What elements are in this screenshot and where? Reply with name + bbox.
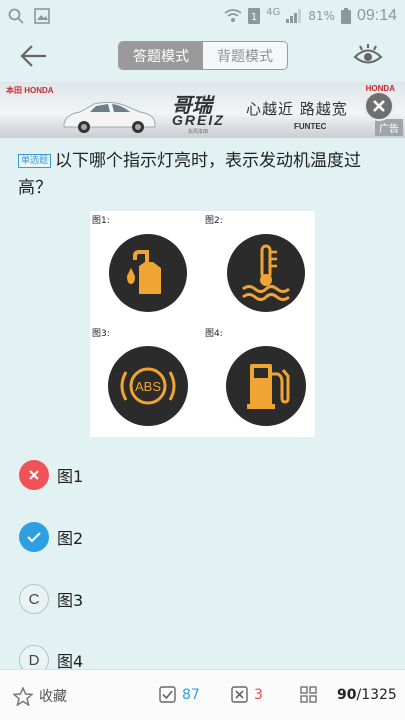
- clock: 09:14: [356, 7, 397, 24]
- ad-tag: 广告: [375, 119, 403, 136]
- option-letter: C: [19, 584, 49, 614]
- bottom-bar: 收藏 87 3 90/1325: [0, 669, 405, 720]
- question-type-badge: 单选题: [18, 154, 52, 168]
- figure-cell-2: 图2:: [203, 211, 315, 323]
- option-a[interactable]: 图1: [19, 458, 279, 492]
- ad-slogan: 心越近 路越宽: [246, 100, 348, 118]
- abs-text: ABS: [135, 379, 161, 394]
- coolant-temperature-icon: [227, 234, 305, 312]
- memorize-mode-tab[interactable]: 背题模式: [203, 42, 287, 69]
- wrong-count: 3: [254, 686, 263, 703]
- ad-model-sub: 东风本田: [188, 129, 209, 135]
- check-mark-icon: [19, 522, 49, 552]
- x-box-icon: [231, 686, 248, 703]
- abs-warning-icon: ABS: [108, 346, 188, 426]
- arrow-left-icon: [20, 45, 46, 67]
- signal-icon: [286, 9, 302, 23]
- toolbar: 答题模式 背题模式: [0, 32, 405, 80]
- option-text: 图1: [57, 467, 84, 486]
- figure-label: 图1:: [92, 216, 110, 226]
- option-text: 图3: [57, 591, 84, 610]
- search-icon: [8, 8, 24, 24]
- network-type: 4G: [266, 6, 281, 18]
- figure-label: 图3:: [92, 329, 110, 339]
- fuel-pump-icon: [226, 346, 306, 426]
- favorite-button[interactable]: 收藏: [13, 686, 67, 706]
- figure-label: 图4:: [205, 329, 223, 339]
- battery-percent: 81%: [308, 9, 335, 23]
- checkbox-icon: [159, 686, 176, 703]
- ad-sub-brand: FUNTEC: [294, 122, 327, 131]
- option-text: 图2: [57, 529, 84, 548]
- sim-icon: 1: [248, 8, 261, 24]
- figure-cell-1: 图1:: [90, 211, 202, 323]
- correct-count-button[interactable]: 87: [159, 686, 200, 703]
- grid-icon: [300, 686, 317, 703]
- svg-text:1: 1: [251, 12, 257, 23]
- close-icon: [373, 100, 385, 112]
- battery-icon: [340, 8, 351, 24]
- question-figure: 图1: 图2: 图3: ABS 图4:: [90, 211, 315, 437]
- ad-brand-left: 本田 HONDA: [6, 86, 54, 95]
- answer-mode-tab[interactable]: 答题模式: [119, 42, 203, 69]
- mode-toggle: 答题模式 背题模式: [118, 41, 288, 70]
- figure-label: 图2:: [205, 216, 223, 226]
- status-bar: 1 4G 81% 09:14: [0, 0, 405, 32]
- image-icon: [34, 8, 50, 24]
- back-button[interactable]: [18, 42, 50, 70]
- star-icon: [13, 686, 33, 706]
- eye-button[interactable]: [353, 42, 383, 70]
- option-c[interactable]: C 图3: [19, 582, 279, 616]
- correct-count: 87: [182, 686, 200, 703]
- figure-cell-4: 图4:: [203, 324, 315, 436]
- total-questions: /1325: [356, 686, 397, 703]
- question: 单选题 以下哪个指示灯亮时，表示发动机温度过高？: [18, 148, 388, 202]
- question-grid-button[interactable]: 90/1325: [300, 686, 397, 703]
- figure-cell-3: 图3: ABS: [90, 324, 202, 436]
- oil-can-icon: [109, 234, 187, 312]
- question-text: 以下哪个指示灯亮时，表示发动机温度过高？: [18, 151, 362, 198]
- option-b[interactable]: 图2: [19, 520, 279, 554]
- eye-icon: [353, 44, 383, 64]
- wrong-count-button[interactable]: 3: [231, 686, 263, 703]
- ad-close-button[interactable]: [364, 91, 394, 121]
- car-image: [63, 101, 156, 133]
- current-question: 90: [337, 686, 357, 703]
- ad-model-en: GREIZ: [172, 112, 225, 128]
- wifi-icon: [224, 9, 242, 22]
- ad-banner[interactable]: 本田 HONDA HONDA 哥瑞 GREIZ 东风本田 心越近 路越宽 FUN…: [0, 82, 405, 138]
- wrong-mark-icon: [19, 460, 49, 490]
- favorite-label: 收藏: [39, 689, 67, 705]
